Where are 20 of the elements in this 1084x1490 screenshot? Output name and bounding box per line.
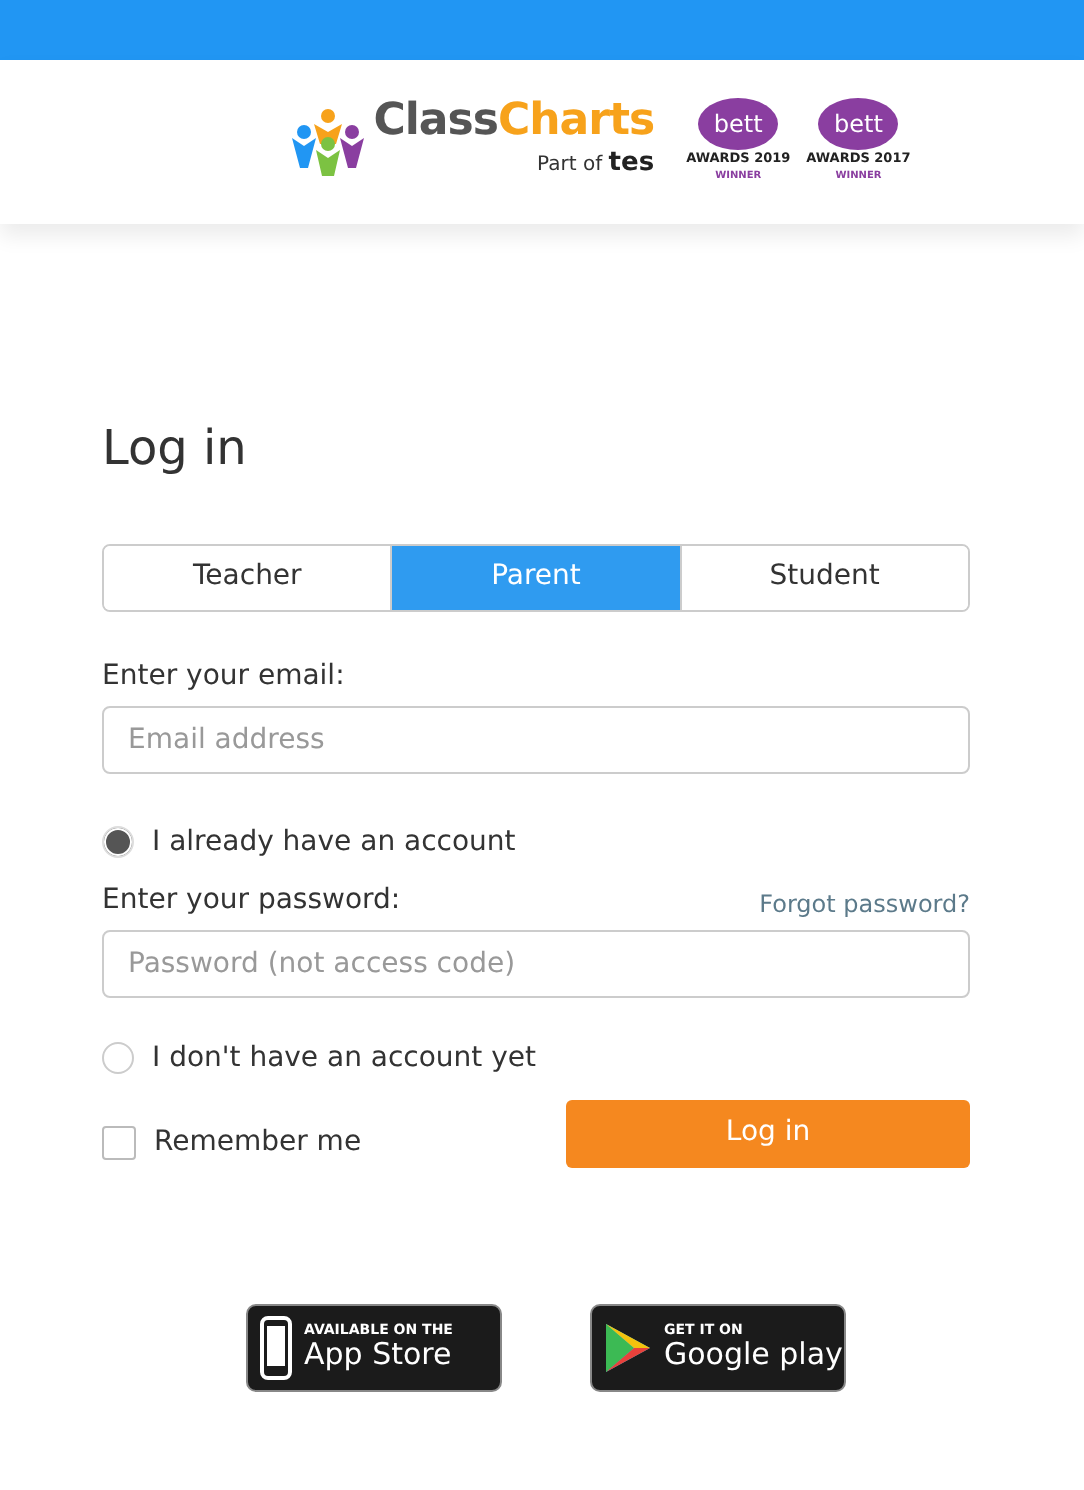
- radio-button[interactable]: [102, 826, 134, 859]
- field-label: Enter your password:: [102, 881, 401, 920]
- logo-icon: [289, 108, 366, 176]
- field-label: Enter your email:: [102, 657, 347, 696]
- radio-label: I already have an account: [152, 823, 516, 862]
- page-title: Log in: [102, 420, 249, 478]
- award-logo: bett: [818, 98, 899, 151]
- email-field[interactable]: Email address: [102, 705, 970, 774]
- password-field[interactable]: Password (not access code): [102, 929, 970, 998]
- play-icon: [604, 1321, 652, 1374]
- phone-icon: [260, 1315, 292, 1380]
- checkbox-label: Remember me: [154, 1124, 362, 1163]
- tab[interactable]: Student: [679, 545, 968, 610]
- award-logo: bett: [698, 98, 779, 151]
- radio-button[interactable]: [102, 1042, 134, 1075]
- tagline: Part of tes: [535, 146, 655, 183]
- radio-label: I don't have an account yet: [152, 1039, 537, 1078]
- forgot-password-link[interactable]: Forgot password?: [759, 885, 970, 922]
- checkbox[interactable]: [102, 1126, 136, 1161]
- brand-name: ClassCharts: [373, 100, 655, 145]
